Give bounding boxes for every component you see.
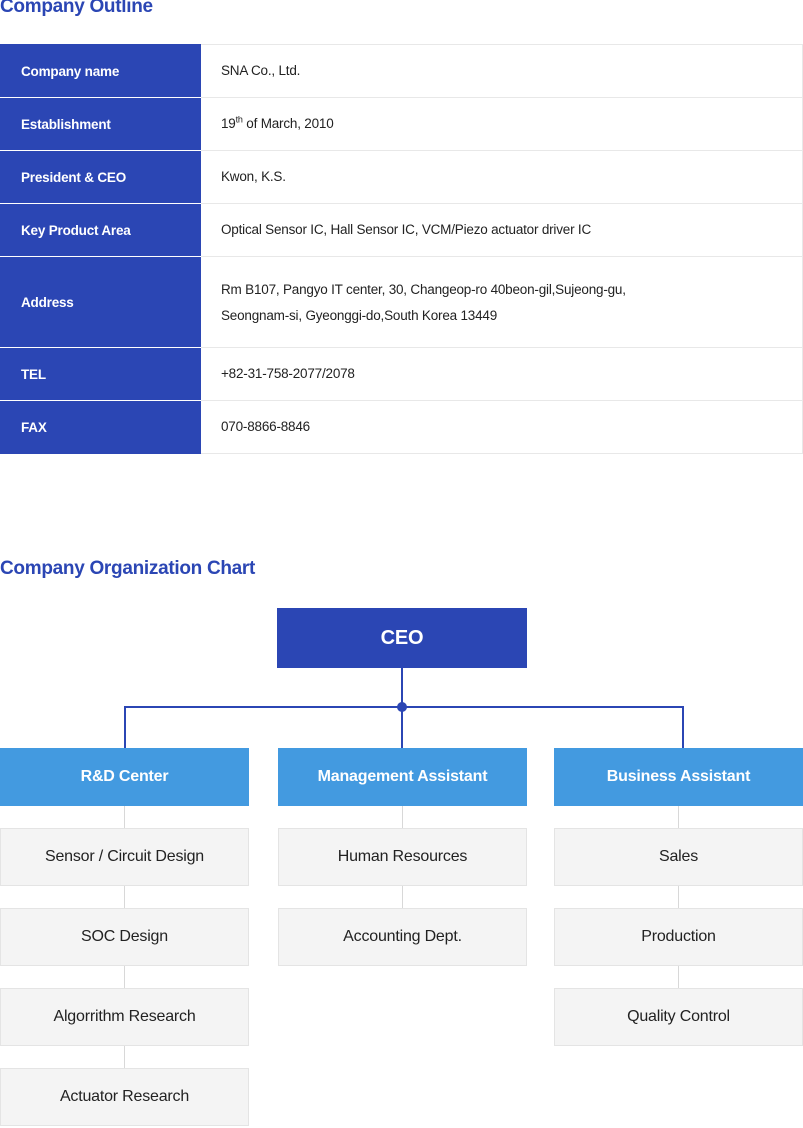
org-node-human-resources: Human Resources xyxy=(278,828,527,886)
table-row: President & CEO Kwon, K.S. xyxy=(0,150,803,204)
establishment-date-rest: of March, 2010 xyxy=(242,116,334,131)
org-node-management-assistant: Management Assistant xyxy=(278,748,527,806)
connector-stub-rnd-2 xyxy=(124,886,125,908)
row-label-key-product-area: Key Product Area xyxy=(0,203,201,257)
org-node-rnd-center: R&D Center xyxy=(0,748,249,806)
org-node-sales: Sales xyxy=(554,828,803,886)
connector-stub-business-2 xyxy=(678,886,679,908)
row-value-establishment: 19th of March, 2010 xyxy=(200,97,803,151)
establishment-ordinal-suffix: th xyxy=(235,114,243,125)
connector-stub-rnd-3 xyxy=(124,966,125,988)
connector-stub-management-2 xyxy=(402,886,403,908)
connector-stub-management-1 xyxy=(402,806,403,828)
row-label-tel: TEL xyxy=(0,347,201,401)
table-row: Company name SNA Co., Ltd. xyxy=(0,44,803,98)
connector-stub-business-1 xyxy=(678,806,679,828)
row-value-tel: +82-31-758-2077/2078 xyxy=(200,347,803,401)
establishment-day: 19 xyxy=(221,116,236,131)
company-outline-table: Company name SNA Co., Ltd. Establishment… xyxy=(0,44,803,454)
row-label-establishment: Establishment xyxy=(0,97,201,151)
org-node-soc-design: SOC Design xyxy=(0,908,249,966)
page-root: Company Outline Company name SNA Co., Lt… xyxy=(0,0,803,1128)
table-row: Key Product Area Optical Sensor IC, Hall… xyxy=(0,203,803,257)
page-title-organization-chart: Company Organization Chart xyxy=(0,558,256,579)
row-label-president-ceo: President & CEO xyxy=(0,150,201,204)
row-label-address: Address xyxy=(0,256,201,348)
org-node-quality-control: Quality Control xyxy=(554,988,803,1046)
connector-drop-rnd xyxy=(124,706,126,748)
org-node-actuator-research: Actuator Research xyxy=(0,1068,249,1126)
org-node-business-assistant: Business Assistant xyxy=(554,748,803,806)
org-node-algorithm-research: Algorrithm Research xyxy=(0,988,249,1046)
row-value-president-ceo: Kwon, K.S. xyxy=(200,150,803,204)
connector-drop-business xyxy=(682,706,684,748)
connector-stub-rnd-1 xyxy=(124,806,125,828)
row-value-address: Rm B107, Pangyo IT center, 30, Changeop-… xyxy=(200,256,803,348)
row-label-company-name: Company name xyxy=(0,44,201,98)
address-line-1: Rm B107, Pangyo IT center, 30, Changeop-… xyxy=(221,282,626,297)
connector-stub-rnd-4 xyxy=(124,1046,125,1068)
table-row: Establishment 19th of March, 2010 xyxy=(0,97,803,151)
row-value-key-product-area: Optical Sensor IC, Hall Sensor IC, VCM/P… xyxy=(200,203,803,257)
row-value-fax: 070-8866-8846 xyxy=(200,400,803,454)
org-node-accounting-dept: Accounting Dept. xyxy=(278,908,527,966)
row-value-company-name: SNA Co., Ltd. xyxy=(200,44,803,98)
connector-drop-management xyxy=(401,706,403,748)
page-title-company-outline: Company Outline xyxy=(0,0,153,17)
org-node-ceo: CEO xyxy=(277,608,527,668)
table-row: FAX 070-8866-8846 xyxy=(0,400,803,454)
table-row: TEL +82-31-758-2077/2078 xyxy=(0,347,803,401)
table-row: Address Rm B107, Pangyo IT center, 30, C… xyxy=(0,256,803,348)
row-label-fax: FAX xyxy=(0,400,201,454)
connector-stub-business-3 xyxy=(678,966,679,988)
org-node-production: Production xyxy=(554,908,803,966)
org-node-sensor-circuit-design: Sensor / Circuit Design xyxy=(0,828,249,886)
address-line-2: Seongnam-si, Gyeonggi-do,South Korea 134… xyxy=(221,308,498,323)
